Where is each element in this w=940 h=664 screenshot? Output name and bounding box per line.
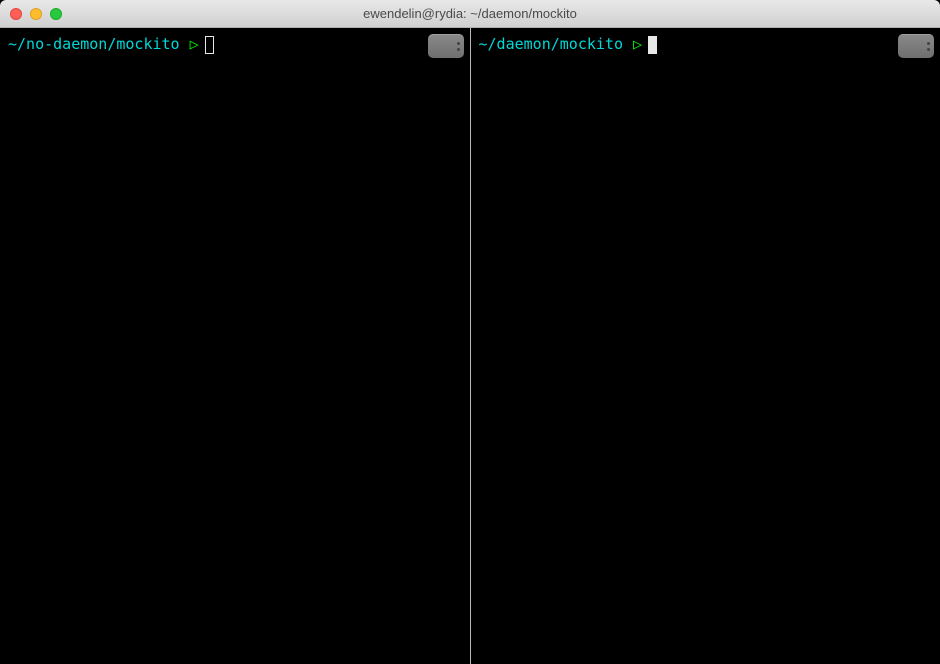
- prompt-line-right: ~/daemon/mockito ▷: [479, 34, 933, 55]
- maximize-button[interactable]: [50, 8, 62, 20]
- cursor-left: [205, 36, 214, 54]
- pane-badge-right[interactable]: [898, 34, 934, 58]
- prompt-symbol-left: ▷: [190, 34, 199, 55]
- prompt-line-left: ~/no-daemon/mockito ▷: [8, 34, 462, 55]
- terminal-window: ewendelin@rydia: ~/daemon/mockito ~/no-d…: [0, 0, 940, 664]
- prompt-symbol-right: ▷: [633, 34, 642, 55]
- badge-dots-icon: [457, 42, 460, 51]
- prompt-path-right: ~/daemon/mockito: [479, 34, 624, 55]
- close-button[interactable]: [10, 8, 22, 20]
- badge-dots-icon: [927, 42, 930, 51]
- right-pane[interactable]: ~/daemon/mockito ▷: [471, 28, 940, 664]
- minimize-button[interactable]: [30, 8, 42, 20]
- cursor-right: [648, 36, 657, 54]
- window-title: ewendelin@rydia: ~/daemon/mockito: [363, 6, 577, 21]
- pane-badge-left[interactable]: [428, 34, 464, 58]
- title-bar[interactable]: ewendelin@rydia: ~/daemon/mockito: [0, 0, 940, 28]
- traffic-lights: [10, 8, 62, 20]
- prompt-path-left: ~/no-daemon/mockito: [8, 34, 180, 55]
- left-pane[interactable]: ~/no-daemon/mockito ▷: [0, 28, 470, 664]
- terminal-split-container: ~/no-daemon/mockito ▷ ~/daemon/mockito ▷: [0, 28, 940, 664]
